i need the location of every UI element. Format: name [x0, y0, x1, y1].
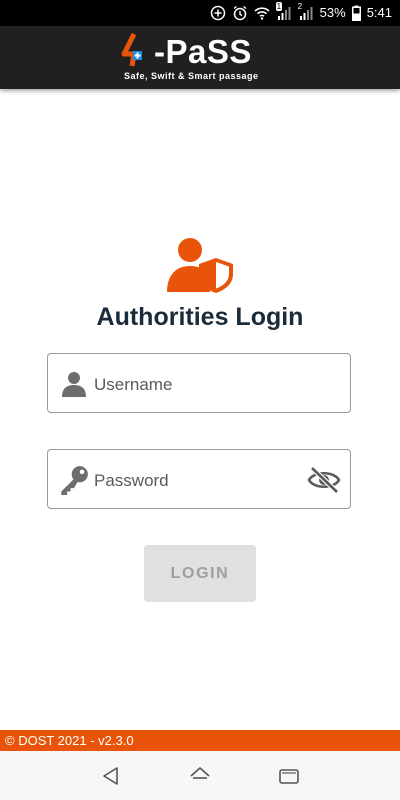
sim2-badge: 2 [297, 2, 303, 11]
status-bar-right: 1 2 53% 5:41 [210, 2, 392, 21]
nav-recents-icon[interactable] [278, 765, 300, 787]
password-field[interactable] [47, 449, 351, 509]
visibility-off-icon[interactable] [307, 466, 341, 494]
battery-level: 53% [319, 5, 346, 20]
app-header: -PaSS Safe, Swift & Smart passage [0, 26, 400, 89]
nav-back-icon[interactable] [100, 765, 122, 787]
username-field[interactable] [47, 353, 351, 413]
logo-tagline: Safe, Swift & Smart passage [124, 71, 259, 81]
alarm-icon [232, 5, 248, 21]
status-bar: 1 2 53% 5:41 [0, 0, 400, 26]
sim1-badge: 1 [275, 2, 283, 11]
logo-wordmark: -PaSS [154, 33, 252, 70]
app-logo: -PaSS Safe, Swift & Smart passage [120, 32, 290, 86]
username-input[interactable] [92, 368, 306, 402]
footer-version: © DOST 2021 - v2.3.0 [0, 730, 400, 751]
add-circle-icon [210, 5, 226, 21]
system-nav-bar [0, 751, 400, 800]
login-button[interactable]: LOGIN [144, 545, 256, 602]
clock: 5:41 [366, 5, 392, 20]
nav-home-icon[interactable] [189, 765, 211, 787]
user-icon [62, 372, 86, 397]
page-title: Authorities Login [96, 303, 304, 331]
key-icon [61, 466, 88, 495]
signal-sim1-icon: 1 [275, 2, 292, 21]
wifi-icon [254, 5, 270, 21]
user-shield-icon [167, 238, 233, 293]
battery-icon [351, 5, 361, 21]
password-input[interactable] [92, 464, 306, 498]
signal-sim2-icon: 2 [297, 2, 314, 21]
